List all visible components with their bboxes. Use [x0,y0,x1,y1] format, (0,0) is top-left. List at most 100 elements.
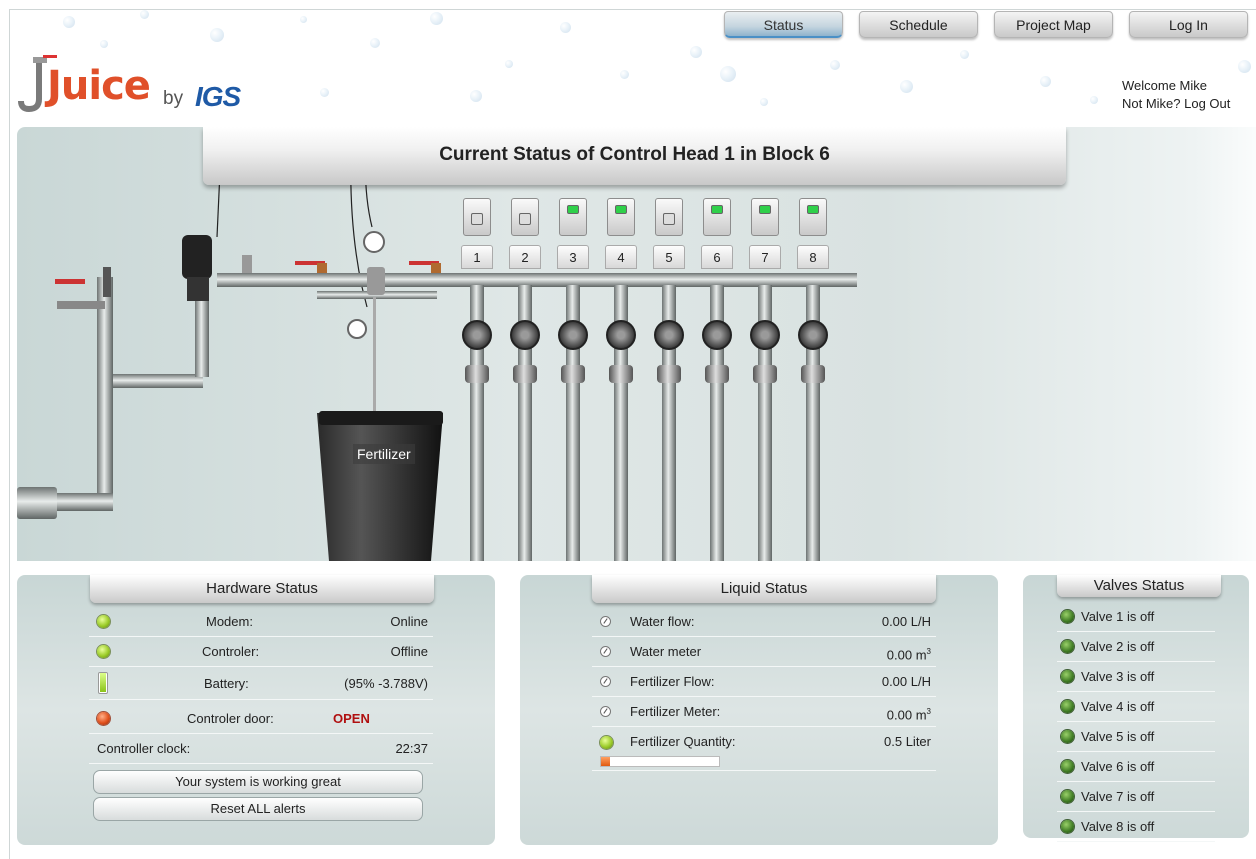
valve-status-text: Valve 4 is off [1081,699,1155,714]
control-head-title: Current Status of Control Head 1 in Bloc… [203,127,1066,185]
modem-row: Modem: Online [89,607,433,637]
valve-switch-indicator [759,205,771,214]
battery-value: (95% -3.788V) [344,676,428,691]
valve-status-led-icon [1061,640,1074,653]
valve-switch-icon[interactable] [703,198,731,236]
control-head-diagram: Current Status of Control Head 1 in Bloc… [17,127,1256,561]
controller-clock-row: Controller clock: 22:37 [89,734,433,764]
clock-label: Controller clock: [97,741,191,756]
controller-row: Controler: Offline [89,637,433,667]
valve-body-icon [462,320,492,350]
valve-status-led-icon [1061,700,1074,713]
user-greeting: Welcome Mike Not Mike? Log Out [1122,77,1230,113]
valve-body-icon [558,320,588,350]
cubic-unit-sup: 3 [926,647,931,656]
valve-switch-icon[interactable] [751,198,779,236]
liquid-status-title: Liquid Status [592,575,936,603]
valve-status-row: Valve 5 is off [1057,722,1215,752]
fert-flow-gauge-icon [600,676,611,687]
clock-value: 22:37 [395,741,428,756]
modem-value: Online [390,614,428,629]
fert-meter-value: 0.00 m [886,707,927,723]
logout-link[interactable]: Not Mike? Log Out [1122,95,1230,113]
valve-status-led-icon [1061,730,1074,743]
valve-number-label: 8 [797,245,829,269]
valve-fitting [609,365,633,383]
valve-switch-icon[interactable] [655,198,683,236]
valve-status-row: Valve 1 is off [1057,602,1215,632]
valve-fitting [657,365,681,383]
meter-gauge-icon [600,646,611,657]
fert-flow-label: Fertilizer Flow: [630,674,715,689]
valve-number-label: 6 [701,245,733,269]
valve-switch-indicator [615,205,627,214]
modem-label: Modem: [206,614,253,629]
controller-door-row: Controler door: OPEN [89,704,433,734]
valve-status-row: Valve 3 is off [1057,662,1215,692]
nav-status-tab[interactable]: Status [724,11,843,38]
water-meter-label: Water meter [630,644,702,659]
valve-status-led-icon [1061,760,1074,773]
nav-project-map-tab[interactable]: Project Map [994,11,1113,38]
valve-switch-icon[interactable] [559,198,587,236]
water-flow-value: 0.00 L/H [881,614,931,629]
valve-status-row: Valve 8 is off [1057,812,1215,842]
nav-schedule-tab[interactable]: Schedule [859,11,978,38]
valve-column: 4 [605,195,644,561]
valve-status-text: Valve 5 is off [1081,729,1155,744]
valve-status-text: Valve 7 is off [1081,789,1155,804]
valve-status-led-icon [1061,790,1074,803]
controller-status-led-icon [97,645,110,658]
valve-status-text: Valve 2 is off [1081,639,1155,654]
battery-label: Battery: [204,676,249,691]
fertilizer-meter-row: Fertilizer Meter: 0.00 m3 [592,697,936,727]
battery-level-fill [100,673,106,692]
battery-row: Battery: (95% -3.788V) [89,667,433,700]
valve-body-icon [654,320,684,350]
water-meter-value-wrap: 0.00 m3 [887,637,931,670]
valve-switch-indicator [471,213,483,225]
valve-body-icon [798,320,828,350]
nav-login-button[interactable]: Log In [1129,11,1248,38]
fertilizer-quantity-bar [600,756,720,767]
water-flow-row: Water flow: 0.00 L/H [592,607,936,637]
water-meter-row: Water meter 0.00 m3 [592,637,936,667]
fert-flow-value: 0.00 L/H [881,674,931,689]
valve-switch-icon[interactable] [463,198,491,236]
battery-icon [98,672,108,694]
valve-switch-icon[interactable] [799,198,827,236]
valve-column: 7 [749,195,788,561]
valve-fitting [513,365,537,383]
valve-number-label: 1 [461,245,493,269]
valve-number-label: 2 [509,245,541,269]
valve-status-text: Valve 3 is off [1081,669,1155,684]
valve-status-text: Valve 6 is off [1081,759,1155,774]
fert-quantity-led-icon [600,736,613,749]
fert-qty-label: Fertilizer Quantity: [630,734,736,749]
valve-column: 8 [797,195,836,561]
valve-status-row: Valve 4 is off [1057,692,1215,722]
valve-status-led-icon [1061,670,1074,683]
system-status-button[interactable]: Your system is working great [93,770,423,794]
fert-qty-value: 0.5 Liter [884,734,931,749]
valve-status-text: Valve 1 is off [1081,609,1155,624]
reset-alerts-button[interactable]: Reset ALL alerts [93,797,423,821]
valve-status-row: Valve 6 is off [1057,752,1215,782]
valve-status-row: Valve 2 is off [1057,632,1215,662]
valve-status-row: Valve 7 is off [1057,782,1215,812]
valve-fitting [465,365,489,383]
valve-fitting [561,365,585,383]
valve-switch-icon[interactable] [607,198,635,236]
welcome-text: Welcome Mike [1122,78,1208,93]
valve-switch-indicator [519,213,531,225]
logo-by: by [163,88,184,109]
valve-number-label: 3 [557,245,589,269]
logo-wordmark: Juice [47,63,151,109]
valve-switch-icon[interactable] [511,198,539,236]
fertilizer-tank-label: Fertilizer [353,444,415,464]
valve-body-icon [510,320,540,350]
controller-label: Controler: [202,644,260,659]
juice-igs-logo[interactable]: Juice by IGS [17,55,257,115]
fertilizer-flow-row: Fertilizer Flow: 0.00 L/H [592,667,936,697]
door-alert-led-icon [97,712,110,725]
